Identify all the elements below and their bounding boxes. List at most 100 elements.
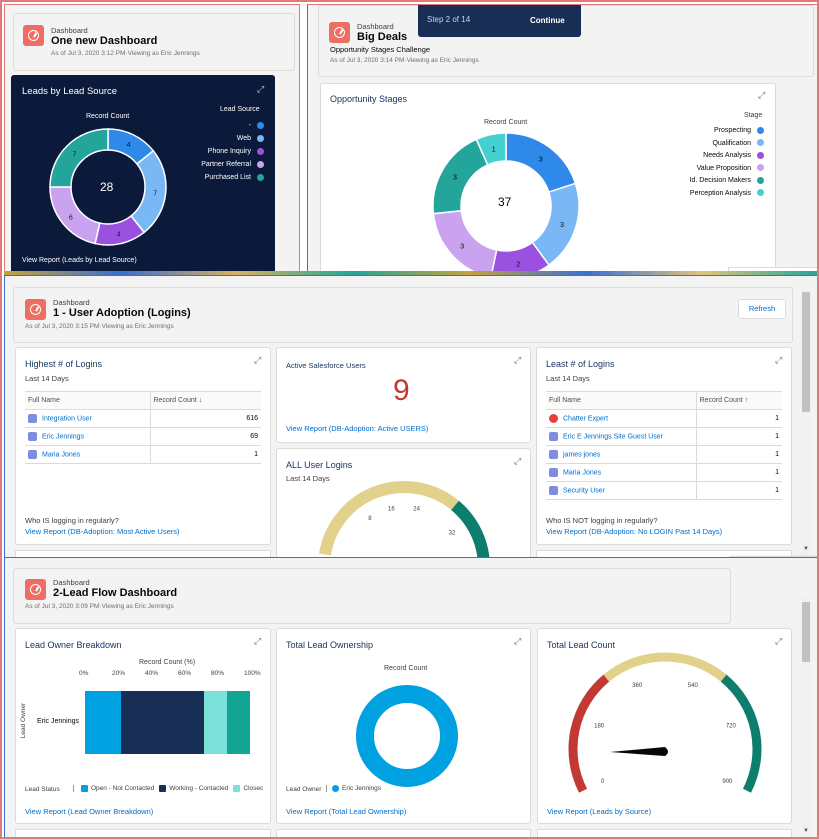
axis-tick: 20%: [112, 670, 126, 677]
scrollbar[interactable]: ▼: [801, 598, 811, 838]
col-full-name[interactable]: Full Name: [546, 391, 696, 410]
gauge-tick: 360: [632, 683, 643, 689]
user-name-link[interactable]: Maria Jones: [563, 469, 601, 476]
record-count-cell: 1: [695, 445, 782, 464]
user-name-link[interactable]: Maria Jones: [42, 451, 80, 458]
legend-item[interactable]: Prospecting: [690, 125, 764, 138]
table-row[interactable]: Eric E Jennings Site Guest User 1: [546, 427, 782, 446]
scrollbar-thumb[interactable]: [802, 292, 810, 412]
dashboard-meta: As of Jul 3, 2020 3:09 PM·Viewing as Eri…: [25, 603, 174, 610]
legend-dot: [81, 785, 88, 792]
expand-icon[interactable]: ⤢: [254, 355, 261, 366]
donut-slice[interactable]: [49, 186, 101, 245]
donut-slice[interactable]: [432, 138, 489, 215]
view-report-link[interactable]: View Report (DB-Adoption: No LOGIN Past …: [546, 527, 722, 536]
expand-icon[interactable]: ⤢: [257, 84, 264, 95]
legend-label: Value Proposition: [696, 164, 751, 172]
legend-item[interactable]: Value Proposition: [690, 163, 764, 176]
legend-item[interactable]: Perception Analysis: [690, 188, 764, 201]
dashboard-icon: [25, 579, 46, 600]
legend-label: Phone Inquiry: [207, 148, 251, 155]
legend-item[interactable]: Phone Inquiry: [201, 145, 264, 158]
bar-segment[interactable]: [121, 691, 204, 754]
owner-legend: Open - Not Contacted Working - Contacted C…: [73, 785, 263, 793]
legend-item[interactable]: Qualification: [690, 138, 764, 151]
view-report-link[interactable]: View Report (Leads by Source): [547, 807, 651, 816]
donut-ring: [356, 685, 458, 787]
card-subtitle: Last 14 Days: [546, 374, 590, 383]
scrollbar-thumb[interactable]: [802, 602, 810, 662]
scroll-down-arrow[interactable]: ▼: [803, 546, 809, 552]
refresh-button[interactable]: Refresh: [738, 299, 786, 319]
gauge-tick: 900: [722, 779, 733, 785]
view-report-link[interactable]: View Report (Leads by Lead Source): [22, 257, 137, 264]
col-full-name[interactable]: Full Name: [25, 391, 150, 410]
scroll-down-arrow[interactable]: ▼: [803, 828, 809, 834]
legend-label: Working - Contacted: [169, 785, 229, 793]
expand-icon[interactable]: ⤢: [254, 636, 261, 647]
table-row[interactable]: Eric Jennings 69: [25, 427, 261, 446]
legend-title: Lead Source: [220, 106, 260, 113]
user-name-link[interactable]: james jones: [563, 451, 600, 458]
bar-segment[interactable]: [226, 691, 250, 754]
gauge-band: [720, 674, 762, 793]
stacked-bar: [85, 691, 250, 754]
table-row[interactable]: Integration User 616: [25, 409, 261, 428]
scrollbar[interactable]: ▼: [801, 290, 811, 556]
expand-icon[interactable]: ⤢: [758, 90, 765, 101]
user-name-link[interactable]: Integration User: [42, 415, 92, 422]
continue-button[interactable]: Continue: [530, 16, 565, 25]
user-name-link[interactable]: Eric E Jennings Site Guest User: [563, 433, 663, 440]
user-name-link[interactable]: Chatter Expert: [563, 415, 608, 422]
user-name-link[interactable]: Security User: [563, 487, 605, 494]
table-row[interactable]: Maria Jones 1: [25, 445, 261, 464]
active-users-card: Active Salesforce Users ⤢ 9 View Report …: [276, 347, 531, 443]
view-report-link[interactable]: View Report (DB-Adoption: Active USERS): [286, 424, 428, 433]
expand-icon[interactable]: ⤢: [775, 355, 782, 366]
legend-item[interactable]: Needs Analysis: [690, 150, 764, 163]
legend-dot: [159, 785, 167, 792]
view-report-link[interactable]: View Report (Total Lead Ownership): [286, 807, 406, 816]
dashboard-title: One new Dashboard: [51, 35, 158, 47]
slice-label: 7: [72, 151, 76, 158]
card-title: Leads by Lead Source: [22, 86, 118, 97]
opportunity-stages-card: Opportunity Stages ⤢ Record Count 3 3 2 3 3 1…: [320, 83, 776, 274]
gauge-band: [451, 500, 490, 557]
expand-icon[interactable]: ⤢: [514, 355, 521, 366]
legend-dot: [257, 134, 264, 142]
legend-item[interactable]: Id. Decision Makers: [690, 175, 764, 188]
gauge-tick: 32: [449, 530, 456, 536]
col-record-count[interactable]: Record Count ↑: [695, 391, 782, 410]
bar-segment[interactable]: [203, 691, 227, 754]
record-count-cell: 1: [695, 463, 782, 482]
card-title: Active Salesforce Users: [286, 361, 366, 370]
user-icon: [28, 432, 37, 441]
legend-item[interactable]: Web: [201, 132, 264, 145]
axis-tick: 80%: [211, 670, 225, 677]
expand-icon[interactable]: ⤢: [514, 636, 521, 647]
legend-dot: [757, 176, 764, 184]
col-record-count[interactable]: Record Count ↓: [149, 391, 261, 410]
highest-logins-card: Highest # of Logins Last 14 Days ⤢ Full …: [15, 347, 271, 545]
question-text: Who IS NOT logging in regularly?: [546, 516, 658, 525]
user-name-link[interactable]: Eric Jennings: [42, 433, 84, 440]
donut-slice[interactable]: [49, 128, 109, 188]
slice-label: 6: [69, 215, 73, 222]
view-report-link[interactable]: View Report (Lead Owner Breakdown): [25, 807, 153, 816]
table-row[interactable]: james jones 1: [546, 445, 782, 464]
donut-slice[interactable]: [432, 209, 498, 274]
user-icon: [549, 486, 558, 495]
legend-item[interactable]: Partner Referral: [201, 158, 264, 171]
legend-label: Purchased List: [204, 174, 251, 181]
legend-item[interactable]: Purchased List: [201, 171, 264, 184]
table-row[interactable]: Security User 1: [546, 481, 782, 500]
legend-dot: [332, 785, 339, 792]
legend-item[interactable]: -: [201, 119, 264, 132]
gauge-tick: 540: [688, 683, 699, 689]
table-row[interactable]: Chatter Expert 1: [546, 409, 782, 428]
user-icon: [549, 432, 558, 441]
view-report-link[interactable]: View Report (DB-Adoption: Most Active Us…: [25, 527, 180, 536]
table-row[interactable]: Maria Jones 1: [546, 463, 782, 482]
bar-segment[interactable]: [85, 691, 122, 754]
slice-label: 4: [127, 142, 131, 149]
